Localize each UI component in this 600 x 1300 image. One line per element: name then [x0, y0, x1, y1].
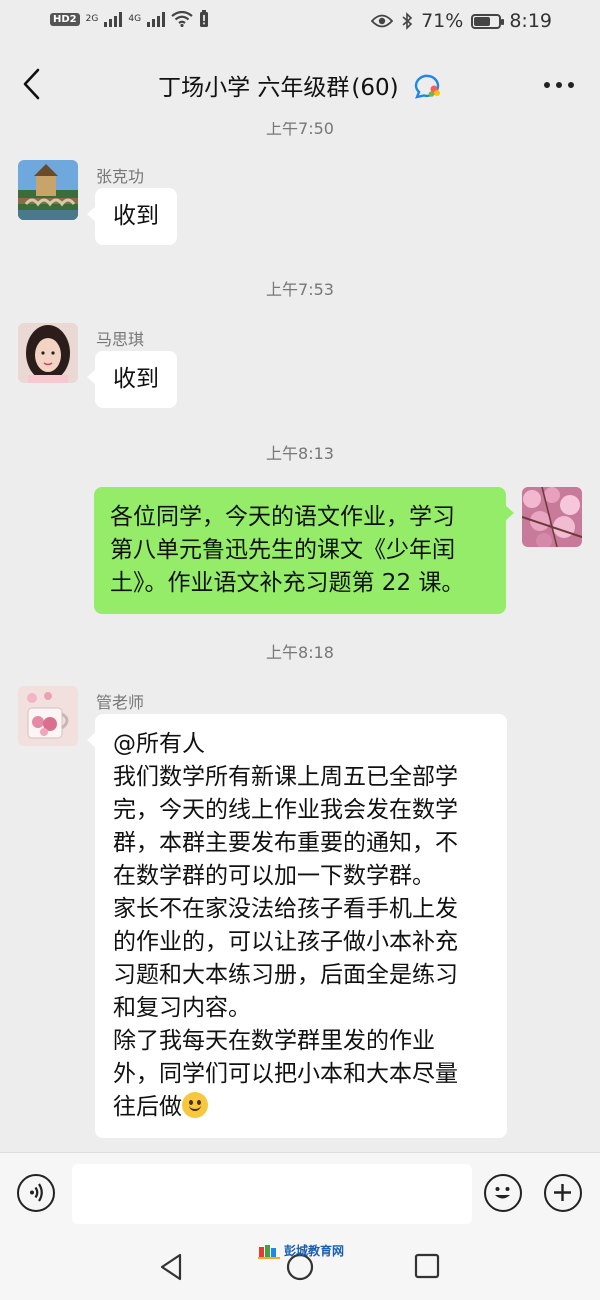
nav-recents-icon[interactable] — [414, 1253, 440, 1279]
more-options-icon[interactable] — [544, 82, 574, 88]
hd-badge: HD2 — [50, 12, 80, 26]
chat-title: 丁场小学 六年级群(60) — [0, 68, 600, 102]
clock: 8:19 — [509, 10, 552, 32]
network-4g-label: 4G — [128, 13, 142, 24]
avatar-self[interactable] — [522, 487, 582, 547]
timestamp: 上午7:50 — [266, 122, 334, 138]
message-line-last: 往后做 — [113, 1091, 507, 1124]
message-line: 在数学群的可以加一下数学群。 — [113, 863, 435, 889]
message-line: 群，本群主要发布重要的通知，不 — [113, 830, 458, 856]
message-line: 和复习内容。 — [113, 995, 251, 1021]
message-line: 除了我每天在数学群里发的作业 — [113, 1028, 435, 1054]
bluetooth-icon — [402, 12, 413, 30]
message-list[interactable]: 上午7:50 张克功 收到 上午7:53 马思琪 收到 上午8:13 各位同学，… — [0, 122, 600, 1152]
plus-icon — [554, 1184, 571, 1201]
group-name: 丁场小学 六年级群 — [158, 75, 350, 101]
alert-battery-icon — [200, 10, 209, 27]
input-bar — [0, 1152, 600, 1235]
battery-icon — [471, 13, 505, 29]
chat-header: 丁场小学 六年级群(60) — [0, 46, 600, 122]
nav-back-icon[interactable] — [158, 1252, 184, 1282]
avatar-guan[interactable] — [18, 686, 78, 746]
message-text: 收到 — [113, 366, 159, 392]
watermark: 彭城教育网 — [258, 1242, 344, 1259]
add-more-button[interactable] — [544, 1174, 582, 1212]
message-line: 土》。作业语文补充习题第 22 课。 — [110, 570, 465, 596]
timestamp: 上午8:18 — [266, 643, 334, 662]
message-text: 收到 — [113, 203, 159, 229]
network-2g-label: 2G — [85, 13, 99, 24]
battery-fill — [474, 16, 491, 26]
books-logo-icon — [258, 1244, 280, 1259]
timestamp: 上午7:53 — [266, 280, 334, 299]
battery-percent: 71% — [421, 10, 464, 32]
message-line: 完，今天的线上作业我会发在数学 — [113, 797, 458, 823]
message-line: 各位同学，今天的语文作业，学习 — [110, 504, 455, 530]
eye-icon — [371, 14, 394, 28]
message-line: 第八单元鲁迅先生的课文《少年闰 — [110, 537, 455, 563]
message-line: 习题和大本练习册，后面全是练习 — [113, 962, 458, 988]
message-input[interactable] — [72, 1164, 472, 1224]
message-bubble-self[interactable]: 各位同学，今天的语文作业，学习 第八单元鲁迅先生的课文《少年闰 土》。作业语文补… — [94, 487, 514, 614]
status-bar: HD2 2G 4G 71% 8:19 — [0, 0, 600, 46]
status-right: 71% 8:19 — [371, 10, 552, 32]
smile-emoji-icon — [182, 1092, 208, 1118]
signal-bars-icon-2 — [147, 11, 166, 27]
avatar-zhang[interactable] — [18, 160, 78, 220]
status-left: HD2 2G 4G — [50, 10, 209, 28]
watermark-text: 彭城教育网 — [284, 1244, 345, 1258]
group-chat-icon[interactable] — [412, 73, 442, 99]
system-nav-bar: 彭城教育网 — [0, 1234, 600, 1300]
voice-icon — [30, 1183, 43, 1202]
voice-input-button[interactable] — [17, 1174, 55, 1212]
message-line: 的作业的，可以让孩子做小本补充 — [113, 929, 458, 955]
message-line: 我们数学所有新课上周五已全部学 — [113, 764, 458, 790]
message-line: 家长不在家没法给孩子看手机上发 — [113, 896, 458, 922]
message-bubble[interactable]: 收到 — [87, 351, 177, 408]
message-line: @所有人 — [113, 731, 205, 757]
emoji-icon — [495, 1187, 510, 1199]
sender-name: 管老师 — [96, 693, 145, 712]
wifi-icon — [171, 11, 193, 27]
timestamp: 上午8:13 — [266, 444, 334, 463]
avatar-ma[interactable] — [18, 323, 78, 383]
message-line: 外，同学们可以把小本和大本尽量 — [113, 1061, 458, 1087]
member-count: (60) — [351, 75, 399, 101]
message-bubble[interactable]: 收到 — [87, 188, 177, 245]
sender-name: 张克功 — [96, 167, 145, 186]
emoji-button[interactable] — [484, 1174, 522, 1212]
message-bubble[interactable]: @所有人 我们数学所有新课上周五已全部学 完，今天的线上作业我会发在数学 群，本… — [87, 714, 507, 1138]
sender-name: 马思琪 — [96, 330, 145, 349]
signal-bars-icon — [104, 11, 123, 27]
